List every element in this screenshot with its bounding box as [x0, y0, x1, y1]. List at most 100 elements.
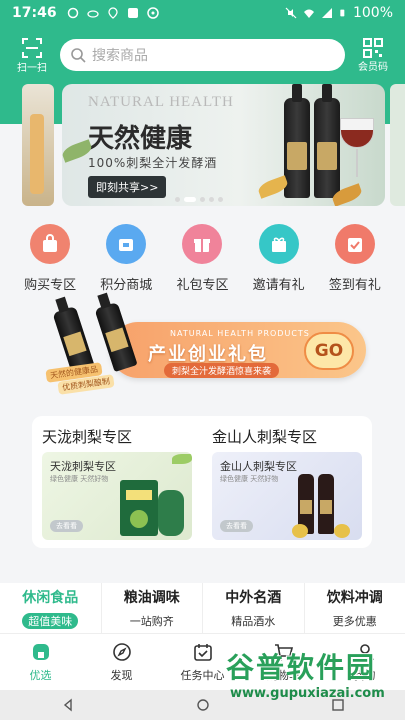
scan-button[interactable]: 扫一扫 — [10, 37, 54, 74]
zone-card-go-button[interactable]: 去看看 — [220, 520, 253, 532]
battery-icon — [340, 9, 345, 17]
wine-bottle-image — [284, 84, 310, 198]
mute-icon — [285, 7, 297, 19]
category-tab-subtitle: 精品酒水 — [231, 615, 276, 628]
back-icon[interactable] — [61, 698, 75, 712]
carousel-dot — [218, 197, 223, 202]
juice-box-image — [120, 480, 158, 536]
category-label: 积分商城 — [100, 278, 153, 293]
category-label: 购买专区 — [24, 278, 77, 293]
zone-title-jinshanren: 金山人刺梨专区 — [212, 428, 318, 446]
category-tab-grain-oil[interactable]: 粮油调味 一站购齐 — [102, 583, 203, 633]
promo-go-button[interactable]: GO — [304, 332, 354, 370]
banner-next-peek — [390, 84, 405, 206]
carousel-indicator — [175, 197, 223, 202]
category-label: 邀请有礼 — [252, 278, 305, 293]
category-tab-title: 中外名酒 — [225, 590, 282, 606]
startup-gift-promo-banner[interactable]: NATURAL HEALTH PRODUCTS 产业创业礼包 刺梨全汁发酵酒惊喜… — [38, 300, 368, 395]
scan-label: 扫一扫 — [17, 62, 47, 74]
gift-box-icon — [182, 224, 223, 264]
category-tab-liquor[interactable]: 中外名酒 精品酒水 — [203, 583, 305, 633]
product-category-tabs: 休闲食品 超值美味 粮油调味 一站购齐 中外名酒 精品酒水 饮料冲调 更多优惠 — [0, 583, 405, 633]
category-shortcuts: 购买专区 积分商城 礼包专区 邀请有礼 签到有礼 — [0, 224, 405, 296]
qr-code-icon — [363, 37, 383, 58]
category-gift-pack[interactable]: 礼包专区 — [172, 224, 232, 296]
fruit-image — [334, 524, 350, 538]
special-zones-panel: 天泷刺梨专区 金山人刺梨专区 天泷刺梨专区 绿色健康 天然好物 去看看 金山人刺… — [32, 416, 372, 548]
zone-card-title: 金山人刺梨专区 — [220, 460, 297, 473]
category-tab-subtitle: 更多优惠 — [332, 615, 377, 628]
category-points-mall[interactable]: 积分商城 — [96, 224, 156, 296]
top-header: 扫一扫 搜索商品 会员码 — [0, 26, 405, 84]
search-placeholder: 搜索商品 — [92, 48, 148, 64]
tab-home[interactable]: 优选 — [0, 634, 81, 690]
wine-bottle-image — [318, 474, 334, 534]
notification-box-icon — [127, 8, 138, 18]
member-code-label: 会员码 — [358, 61, 388, 73]
wine-bottle-image — [314, 84, 340, 198]
location-icon — [107, 7, 118, 19]
zone-card-subtitle: 绿色健康 天然好物 — [50, 475, 109, 483]
home-circle-icon[interactable] — [196, 698, 210, 712]
category-label: 签到有礼 — [328, 278, 381, 293]
tab-label: 任务中心 — [180, 669, 225, 682]
category-label: 礼包专区 — [176, 278, 229, 293]
category-tab-snacks[interactable]: 休闲食品 超值美味 — [0, 583, 102, 633]
banner-share-button[interactable]: 即刻共享>> — [88, 176, 167, 198]
fruit-image — [292, 524, 308, 538]
tab-label: 发现 — [110, 669, 133, 682]
scan-icon — [22, 37, 42, 58]
banner-prev-peek — [22, 84, 54, 206]
watermark-logo-text: 谷普软件园 — [226, 651, 377, 684]
zone-card-jinshanren[interactable]: 金山人刺梨专区 绿色健康 天然好物 去看看 — [212, 452, 362, 540]
carousel-dot — [200, 197, 205, 202]
promo-en-text: NATURAL HEALTH PRODUCTS — [170, 329, 310, 338]
member-code-button[interactable]: 会员码 — [351, 37, 395, 73]
promo-subtitle: 刺梨全汁发酵酒惊喜来袭 — [164, 363, 280, 378]
category-tab-subtitle: 一站购齐 — [129, 615, 174, 628]
zone-card-tianlong[interactable]: 天泷刺梨专区 绿色健康 天然好物 去看看 — [42, 452, 192, 540]
juice-can-image — [158, 490, 184, 536]
cloud-icon — [86, 10, 99, 18]
status-bar: 17:46 100% — [0, 0, 405, 26]
zone-title-tianlong: 天泷刺梨专区 — [42, 428, 133, 446]
banner-subtitle: 100%刺梨全汁发酵酒 — [88, 156, 218, 170]
points-mall-icon — [106, 224, 147, 264]
category-buy-zone[interactable]: 购买专区 — [20, 224, 80, 296]
zone-card-go-button[interactable]: 去看看 — [50, 520, 83, 532]
wine-glass-image — [340, 118, 374, 177]
status-time: 17:46 — [12, 5, 57, 21]
zone-card-title: 天泷刺梨专区 — [50, 460, 116, 473]
compass-icon — [112, 643, 131, 661]
category-invite[interactable]: 邀请有礼 — [249, 224, 309, 296]
search-icon — [71, 48, 86, 63]
site-watermark: 谷普软件园 www.gupuxiazai.com — [222, 646, 402, 712]
category-tab-drinks[interactable]: 饮料冲调 更多优惠 — [305, 583, 405, 633]
category-tab-title: 休闲食品 — [22, 590, 79, 606]
category-checkin[interactable]: 签到有礼 — [325, 224, 385, 296]
battery-percent: 100% — [352, 5, 393, 21]
invite-gift-icon — [258, 224, 299, 264]
banner-en-title: NATURAL HEALTH — [88, 94, 234, 110]
signal-icon — [321, 8, 332, 18]
search-input[interactable]: 搜索商品 — [60, 39, 345, 71]
banner-slide[interactable]: NATURAL HEALTH 天然健康 100%刺梨全汁发酵酒 即刻共享>> — [62, 84, 385, 206]
carousel-dot — [209, 197, 214, 202]
carousel-dot-active — [184, 197, 196, 202]
banner-carousel[interactable]: NATURAL HEALTH 天然健康 100%刺梨全汁发酵酒 即刻共享>> — [0, 84, 405, 214]
calendar-checkin-icon — [334, 224, 375, 264]
category-tab-title: 粮油调味 — [123, 590, 180, 606]
home-icon — [32, 644, 49, 660]
app-indicator-icon — [146, 7, 159, 19]
category-tab-title: 饮料冲调 — [326, 590, 383, 606]
tab-label: 优选 — [29, 669, 52, 682]
carousel-dot — [175, 197, 180, 202]
zone-card-subtitle: 绿色健康 天然好物 — [220, 475, 279, 483]
task-calendar-icon — [193, 644, 212, 661]
sync-icon — [67, 7, 78, 19]
tab-discover[interactable]: 发现 — [81, 634, 162, 690]
watermark-url: www.gupuxiazai.com — [230, 686, 385, 701]
wifi-icon — [303, 9, 314, 18]
shopping-bag-icon — [30, 224, 71, 264]
category-tab-subtitle: 超值美味 — [22, 613, 79, 629]
